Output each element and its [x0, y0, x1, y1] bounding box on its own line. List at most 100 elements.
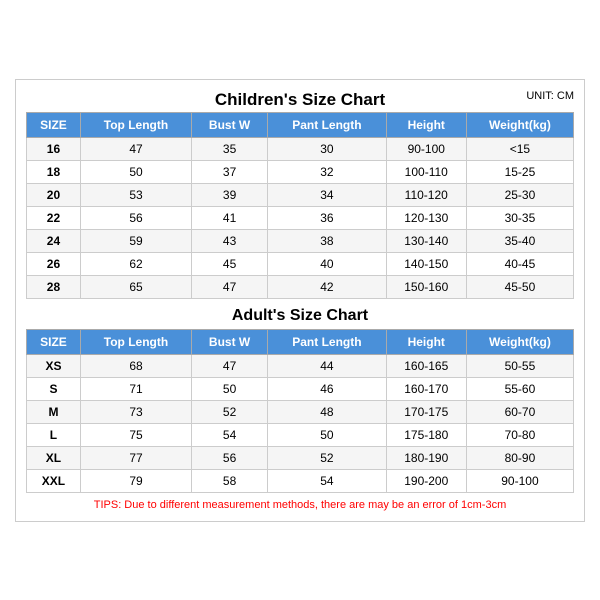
table-cell: 38	[268, 229, 386, 252]
table-cell: 54	[268, 469, 386, 492]
table-cell: 52	[268, 446, 386, 469]
table-cell: 110-120	[386, 183, 466, 206]
children-header-row: SIZE Top Length Bust W Pant Length Heigh…	[27, 112, 574, 137]
col-pant-length: Pant Length	[268, 112, 386, 137]
table-cell: 56	[192, 446, 268, 469]
table-cell: 71	[80, 377, 191, 400]
table-cell: 56	[80, 206, 191, 229]
table-cell: 55-60	[466, 377, 573, 400]
table-cell: 54	[192, 423, 268, 446]
table-cell: 52	[192, 400, 268, 423]
adult-col-weight: Weight(kg)	[466, 329, 573, 354]
adult-size-table: SIZE Top Length Bust W Pant Length Heigh…	[26, 329, 574, 493]
table-cell: 18	[27, 160, 81, 183]
table-cell: XS	[27, 354, 81, 377]
chart-container: Children's Size Chart UNIT: CM SIZE Top …	[15, 79, 585, 522]
table-cell: 79	[80, 469, 191, 492]
adult-col-top-length: Top Length	[80, 329, 191, 354]
table-cell: 100-110	[386, 160, 466, 183]
table-cell: 24	[27, 229, 81, 252]
adult-header-row: SIZE Top Length Bust W Pant Length Heigh…	[27, 329, 574, 354]
table-cell: 20	[27, 183, 81, 206]
table-row: 28654742150-16045-50	[27, 275, 574, 298]
table-cell: 26	[27, 252, 81, 275]
table-row: 18503732100-11015-25	[27, 160, 574, 183]
col-size: SIZE	[27, 112, 81, 137]
table-cell: 36	[268, 206, 386, 229]
table-cell: 46	[268, 377, 386, 400]
table-cell: XXL	[27, 469, 81, 492]
table-row: XS684744160-16550-55	[27, 354, 574, 377]
table-cell: 42	[268, 275, 386, 298]
table-cell: 47	[192, 275, 268, 298]
table-cell: 47	[80, 137, 191, 160]
col-weight: Weight(kg)	[466, 112, 573, 137]
table-cell: 50-55	[466, 354, 573, 377]
table-cell: 50	[80, 160, 191, 183]
table-cell: 50	[268, 423, 386, 446]
table-cell: 73	[80, 400, 191, 423]
table-cell: S	[27, 377, 81, 400]
adult-col-pant-length: Pant Length	[268, 329, 386, 354]
table-cell: 35-40	[466, 229, 573, 252]
table-cell: L	[27, 423, 81, 446]
table-cell: 120-130	[386, 206, 466, 229]
table-cell: 140-150	[386, 252, 466, 275]
col-top-length: Top Length	[80, 112, 191, 137]
unit-label: UNIT: CM	[526, 90, 574, 102]
table-row: XL775652180-19080-90	[27, 446, 574, 469]
table-cell: 60-70	[466, 400, 573, 423]
table-cell: 40-45	[466, 252, 573, 275]
table-cell: 43	[192, 229, 268, 252]
table-cell: 180-190	[386, 446, 466, 469]
table-cell: 62	[80, 252, 191, 275]
table-row: L755450175-18070-80	[27, 423, 574, 446]
table-cell: 50	[192, 377, 268, 400]
table-cell: 45	[192, 252, 268, 275]
table-cell: 130-140	[386, 229, 466, 252]
table-cell: 40	[268, 252, 386, 275]
table-cell: 70-80	[466, 423, 573, 446]
table-cell: 30-35	[466, 206, 573, 229]
table-cell: 58	[192, 469, 268, 492]
table-row: 22564136120-13030-35	[27, 206, 574, 229]
table-cell: XL	[27, 446, 81, 469]
table-cell: 90-100	[466, 469, 573, 492]
table-row: M735248170-17560-70	[27, 400, 574, 423]
table-cell: M	[27, 400, 81, 423]
col-height: Height	[386, 112, 466, 137]
table-cell: 47	[192, 354, 268, 377]
adult-col-bust-w: Bust W	[192, 329, 268, 354]
table-cell: 160-165	[386, 354, 466, 377]
table-cell: 53	[80, 183, 191, 206]
table-cell: 16	[27, 137, 81, 160]
table-cell: 68	[80, 354, 191, 377]
table-cell: 22	[27, 206, 81, 229]
table-cell: 15-25	[466, 160, 573, 183]
table-cell: 28	[27, 275, 81, 298]
table-cell: 45-50	[466, 275, 573, 298]
table-cell: 37	[192, 160, 268, 183]
table-cell: 44	[268, 354, 386, 377]
table-row: 24594338130-14035-40	[27, 229, 574, 252]
table-cell: 34	[268, 183, 386, 206]
table-row: XXL795854190-20090-100	[27, 469, 574, 492]
children-size-table: SIZE Top Length Bust W Pant Length Heigh…	[26, 112, 574, 299]
tips-text: TIPS: Due to different measurement metho…	[26, 499, 574, 511]
table-cell: 32	[268, 160, 386, 183]
table-cell: 80-90	[466, 446, 573, 469]
table-cell: 48	[268, 400, 386, 423]
adult-col-size: SIZE	[27, 329, 81, 354]
table-cell: 65	[80, 275, 191, 298]
table-cell: 77	[80, 446, 191, 469]
table-cell: 190-200	[386, 469, 466, 492]
children-title-text: Children's Size Chart	[215, 90, 385, 109]
adult-title-text: Adult's Size Chart	[232, 307, 368, 324]
table-cell: 41	[192, 206, 268, 229]
table-row: 1647353090-100<15	[27, 137, 574, 160]
table-cell: 175-180	[386, 423, 466, 446]
table-row: S715046160-17055-60	[27, 377, 574, 400]
table-cell: 59	[80, 229, 191, 252]
table-cell: 75	[80, 423, 191, 446]
table-cell: 90-100	[386, 137, 466, 160]
